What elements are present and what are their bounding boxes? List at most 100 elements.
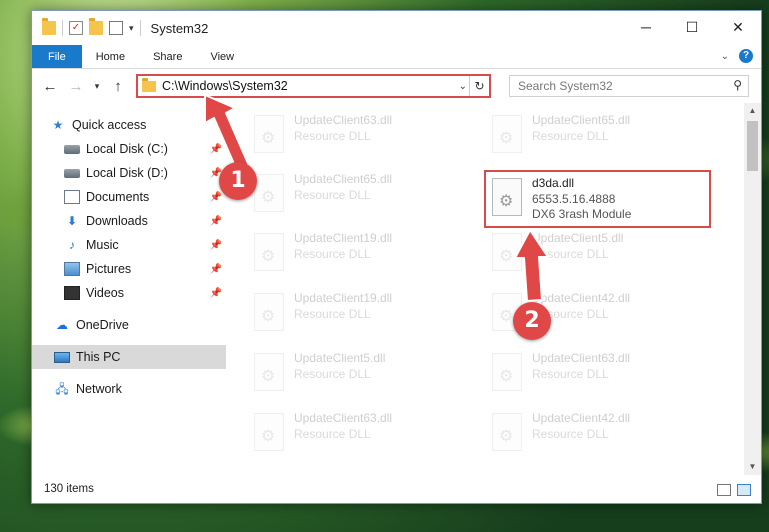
tab-share[interactable]: Share [139,45,196,68]
sidebar-item-label: Quick access [72,118,147,132]
pin-icon[interactable]: 📌 [210,168,222,179]
sidebar-item-documents[interactable]: Documents 📌 [32,185,226,209]
dll-file-icon [492,293,522,331]
tab-home[interactable]: Home [82,45,139,68]
music-icon: ♪ [69,238,75,252]
file-item[interactable]: UpdateClient65.dll Resource DLL [492,111,712,161]
file-item[interactable]: UpdateClient5.dll Resource DLL [492,229,712,279]
sidebar-item-videos[interactable]: Videos 📌 [32,281,226,305]
dll-file-icon [254,293,284,331]
status-bar: 130 items [32,475,761,503]
large-icons-view-icon[interactable] [737,484,751,496]
onedrive-icon: ☁ [56,318,68,332]
maximize-button[interactable]: ☐ [669,11,715,43]
window-title: System32 [150,20,209,36]
file-item[interactable]: UpdateClient42.dll Resource DLL [492,289,712,339]
file-description: Resource DLL [532,129,609,143]
pin-icon[interactable]: 📌 [210,264,222,275]
toolbar-dropdown-icon[interactable]: ▾ [129,23,134,34]
file-item[interactable]: UpdateClient19.dll Resource DLL [254,289,474,339]
back-arrow-icon[interactable]: ← [40,78,60,95]
recent-dropdown-icon[interactable]: ▾ [92,81,102,92]
close-button[interactable]: ✕ [715,11,761,43]
dll-file-icon [492,233,522,271]
dll-file-icon [254,413,284,451]
sidebar-item-this-pc[interactable]: This PC [32,345,226,369]
file-item-d3da[interactable]: d3da.dll 6553.5.16.4888 DX6 3rash Module [492,174,712,224]
dll-file-icon [492,178,522,216]
pin-icon[interactable]: 📌 [210,144,222,155]
vertical-scrollbar[interactable]: ▲ ▼ [744,103,761,475]
file-item[interactable]: UpdateClient19.dll Resource DLL [254,229,474,279]
search-placeholder: Search System32 [518,79,613,93]
file-description: Resource DLL [294,307,371,321]
tab-file[interactable]: File [32,45,82,68]
sidebar-item-pictures[interactable]: Pictures 📌 [32,257,226,281]
file-description: Resource DLL [294,247,371,261]
sidebar-item-label: Documents [86,190,150,204]
file-description: Resource DLL [532,247,609,261]
documents-icon [64,190,80,204]
file-item[interactable]: UpdateClient65.dll Resource DLL [254,170,474,220]
expand-ribbon-icon[interactable]: ⌄ [721,51,729,62]
forward-arrow-icon[interactable]: → [66,78,86,95]
file-item[interactable]: UpdateClient63.dll Resource DLL [254,409,474,459]
help-icon[interactable]: ? [739,49,753,63]
file-name: UpdateClient5.dll [532,231,624,245]
address-path[interactable]: C:\Windows\System32 [162,79,288,93]
scroll-thumb[interactable] [747,121,758,171]
file-description: Resource DLL [294,427,371,441]
quick-access-toolbar: ✓ ▾ [32,18,141,36]
file-description: Resource DLL [294,188,371,202]
file-description: Resource DLL [294,129,371,143]
dll-file-icon [254,353,284,391]
scroll-down-icon[interactable]: ▼ [744,459,761,475]
toolbar-divider [62,20,63,36]
toolbar-divider [139,20,141,36]
pin-icon[interactable]: 📌 [210,216,222,227]
refresh-icon[interactable]: ↻ [469,76,489,96]
sidebar-item-music[interactable]: ♪ Music 📌 [32,233,226,257]
properties-check-icon[interactable]: ✓ [69,21,83,35]
tab-view[interactable]: View [196,45,248,68]
sidebar-item-downloads[interactable]: ⬇ Downloads 📌 [32,209,226,233]
new-folder-icon[interactable] [89,18,103,35]
dll-file-icon [492,115,522,153]
dll-file-icon [254,174,284,212]
file-name: UpdateClient65.dll [294,172,393,186]
file-name: UpdateClient19.dll [294,291,393,305]
file-item[interactable]: UpdateClient42.dll Resource DLL [492,409,712,459]
search-input[interactable]: Search System32 ⚲ [509,75,749,97]
file-version: 6553.5.16.4888 [532,192,616,206]
file-item[interactable]: UpdateClient5.dll Resource DLL [254,349,474,399]
sidebar-item-quick-access[interactable]: ★ Quick access [32,113,226,137]
drive-icon [64,168,80,178]
file-explorer-window: ✓ ▾ System32 ─ ☐ ✕ File Home Share View … [31,10,762,504]
up-arrow-icon[interactable]: ↑ [108,78,128,95]
minimize-button[interactable]: ─ [623,11,669,43]
details-view-icon[interactable] [717,484,731,496]
pin-icon[interactable]: 📌 [210,288,222,299]
address-bar[interactable]: C:\Windows\System32 ⌄ ↻ [136,74,491,98]
file-item[interactable]: UpdateClient63.dll Resource DLL [492,349,712,399]
customize-toolbar-icon[interactable] [109,21,123,35]
scroll-up-icon[interactable]: ▲ [744,103,761,119]
sidebar-item-local-disk-d[interactable]: Local Disk (D:) 📌 [32,161,226,185]
file-name: UpdateClient63.dll [294,411,393,425]
view-buttons [717,484,751,496]
search-icon: ⚲ [733,78,742,92]
file-description: Resource DLL [532,427,609,441]
ribbon-right-controls: ⌄ ? [721,49,753,63]
sidebar-item-local-disk-c[interactable]: Local Disk (C:) 📌 [32,137,226,161]
sidebar-item-label: Local Disk (C:) [86,142,168,156]
address-dropdown-icon[interactable]: ⌄ [459,81,467,92]
file-item[interactable]: UpdateClient63.dll Resource DLL [254,111,474,161]
sidebar-item-network[interactable]: 🖧 Network [32,377,226,401]
navigation-bar: ← → ▾ ↑ C:\Windows\System32 ⌄ ↻ Search S… [32,69,761,103]
pin-icon[interactable]: 📌 [210,240,222,251]
sidebar-item-onedrive[interactable]: ☁ OneDrive [32,313,226,337]
sidebar-item-label: Pictures [86,262,132,276]
pin-icon[interactable]: 📌 [210,192,222,203]
